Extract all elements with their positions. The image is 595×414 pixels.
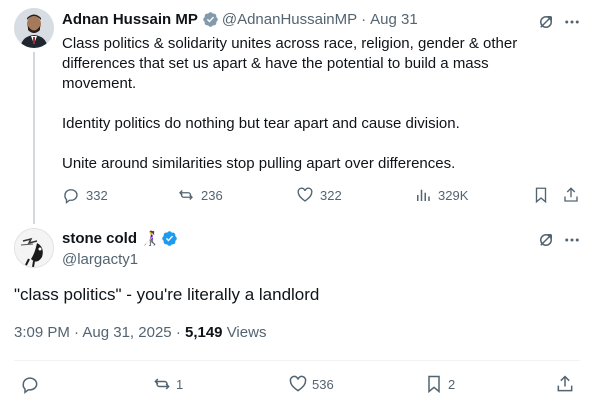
verified-badge-icon (202, 11, 219, 28)
tweet-time[interactable]: 3:09 PM (14, 324, 70, 341)
reply-icon (64, 189, 78, 204)
views-icon (417, 189, 430, 201)
bookmark-button[interactable] (532, 186, 556, 204)
main-tweet[interactable]: stone cold 👩‍🦯 @largacty1 "class politic… (0, 222, 595, 414)
handle[interactable]: @largacty1 (62, 251, 138, 268)
parent-tweet[interactable]: Adnan Hussain MP @AdnanHussainMP · Aug 3… (0, 0, 595, 224)
repost-icon (154, 378, 170, 390)
tweet-date[interactable]: Aug 31, 2025 (82, 324, 171, 341)
tweet-text: "class politics" - you're literally a la… (14, 285, 320, 304)
more-icon[interactable] (562, 12, 582, 32)
avatar[interactable] (14, 228, 54, 268)
tweet-paragraph: Unite around similarities stop pulling a… (62, 155, 456, 172)
reply-button[interactable]: 332 (62, 186, 108, 204)
tweet-actions: 332 236 322 329K (62, 186, 582, 206)
parent-tweet-tools (536, 12, 582, 32)
repost-button[interactable]: 236 (177, 186, 223, 204)
grok-icon[interactable] (536, 230, 556, 250)
tweet-paragraph: Identity politics do nothing but tear ap… (62, 115, 460, 132)
tweet-header: stone cold 👩‍🦯 (62, 230, 181, 247)
tweet-paragraph: Class politics & solidarity unites acros… (62, 35, 518, 92)
reply-icon (22, 377, 38, 394)
tweet-meta: 3:09 PM · Aug 31, 2025 · 5,149 Views (14, 324, 266, 341)
share-button[interactable] (555, 374, 579, 394)
bookmark-button[interactable]: 2 (424, 374, 455, 394)
like-icon (289, 375, 307, 392)
views-count: 329K (438, 187, 469, 203)
avatar-image (15, 229, 53, 267)
like-count: 536 (312, 376, 334, 392)
like-button[interactable]: 322 (296, 186, 342, 204)
views-count: 5,149 (184, 324, 223, 341)
tweet-actions: 1 536 2 (0, 374, 595, 396)
tweet-header: Adnan Hussain MP @AdnanHussainMP · Aug 3… (62, 11, 418, 28)
repost-count: 236 (201, 187, 223, 203)
share-button[interactable] (562, 186, 586, 204)
grok-icon[interactable] (536, 12, 556, 32)
thread-line (33, 52, 35, 224)
name-emoji: 👩‍🦯 (141, 230, 159, 246)
bookmark-icon (535, 187, 547, 204)
separator-dot: · (361, 11, 367, 28)
repost-count: 1 (176, 376, 184, 392)
like-button[interactable]: 536 (288, 374, 334, 394)
tweet-text: Class politics & solidarity unites acros… (62, 34, 542, 174)
main-tweet-tools (536, 230, 582, 250)
views-button[interactable]: 329K (414, 186, 468, 204)
reply-count: 332 (86, 187, 108, 203)
handle[interactable]: @AdnanHussainMP (222, 11, 357, 28)
verified-badge-icon (161, 230, 178, 247)
repost-icon (179, 190, 193, 200)
avatar-image (14, 8, 54, 48)
divider (14, 360, 580, 361)
display-name[interactable]: Adnan Hussain MP (62, 11, 198, 28)
like-count: 322 (320, 187, 342, 203)
reply-button[interactable] (20, 374, 44, 394)
tweet-date[interactable]: Aug 31 (370, 11, 418, 28)
more-icon[interactable] (562, 230, 582, 250)
separator-dot: · (175, 324, 185, 341)
views-label: Views (226, 324, 267, 341)
share-icon (557, 375, 573, 392)
like-icon (297, 187, 313, 202)
bookmark-icon (428, 375, 440, 394)
avatar[interactable] (14, 8, 54, 48)
repost-button[interactable]: 1 (152, 374, 183, 394)
bookmark-count: 2 (448, 376, 456, 392)
display-name[interactable]: stone cold (62, 230, 137, 247)
share-icon (564, 187, 578, 202)
